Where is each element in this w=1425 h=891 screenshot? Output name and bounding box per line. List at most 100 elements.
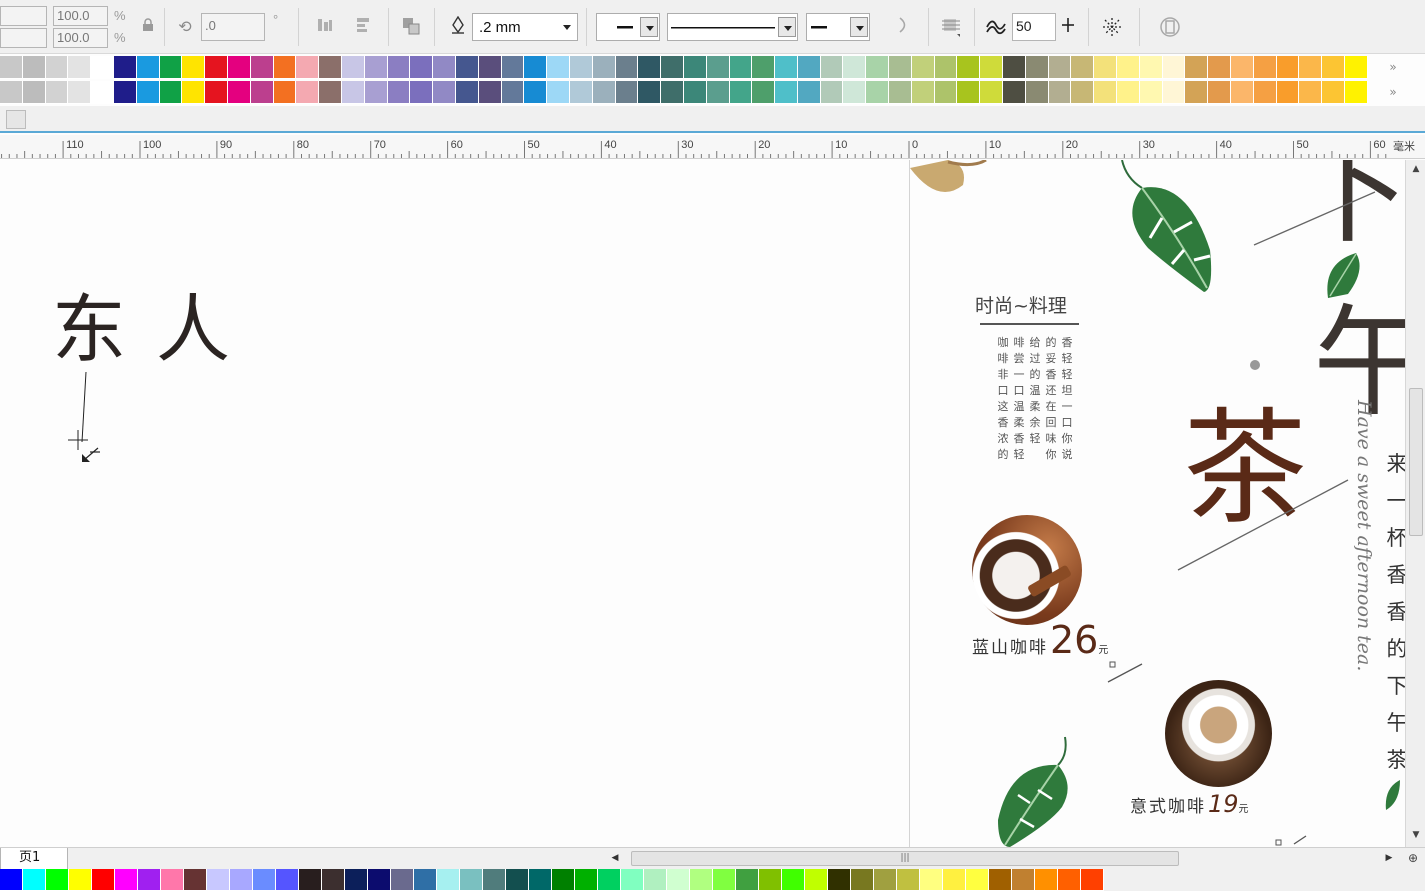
color-swatch[interactable] [1094, 56, 1118, 79]
color-swatch[interactable] [1035, 869, 1058, 891]
color-swatch[interactable] [182, 81, 206, 104]
color-swatch[interactable] [1071, 81, 1095, 104]
color-swatch[interactable] [0, 56, 23, 79]
horizontal-ruler[interactable]: 110 100 90 80 70 60 50 40 30 20 10 0 10 20 30 40 50 60 毫米 [0, 135, 1425, 159]
color-swatch[interactable] [364, 81, 388, 104]
close-curve-icon[interactable] [893, 16, 915, 38]
color-swatch[interactable] [851, 869, 874, 891]
color-swatch[interactable] [729, 81, 753, 104]
color-swatch[interactable] [592, 56, 616, 79]
add-node-icon[interactable] [1057, 16, 1079, 38]
color-swatch[interactable] [250, 56, 274, 79]
color-swatch[interactable] [934, 81, 958, 104]
color-swatch[interactable] [957, 81, 981, 104]
color-swatch[interactable] [706, 81, 730, 104]
color-swatch[interactable] [1117, 81, 1140, 104]
color-swatch[interactable] [843, 81, 867, 104]
color-swatch[interactable] [113, 81, 137, 104]
color-swatch[interactable] [161, 869, 184, 891]
color-swatch[interactable] [1117, 56, 1140, 79]
color-swatch[interactable] [1048, 81, 1072, 104]
color-swatch[interactable] [1322, 81, 1346, 104]
color-swatch[interactable] [920, 869, 943, 891]
afternoon-tea-script-text[interactable]: Have a sweet afternoon tea. [1353, 400, 1375, 730]
color-swatch[interactable] [368, 869, 391, 891]
nodes-icon[interactable] [1101, 16, 1123, 38]
palette-scroll-icon[interactable]: » [1379, 81, 1407, 103]
color-swatch[interactable] [966, 869, 989, 891]
color-swatch[interactable] [341, 56, 365, 79]
color-swatch[interactable] [115, 869, 138, 891]
color-swatch[interactable] [410, 56, 434, 79]
color-swatch[interactable] [598, 869, 621, 891]
color-swatch[interactable] [943, 869, 966, 891]
color-swatch[interactable] [387, 81, 411, 104]
color-swatch[interactable] [615, 81, 639, 104]
color-swatch[interactable] [437, 869, 460, 891]
color-swatch[interactable] [299, 869, 322, 891]
color-swatch[interactable] [1094, 81, 1118, 104]
color-swatch[interactable] [460, 869, 483, 891]
color-swatch[interactable] [638, 81, 662, 104]
color-swatch[interactable] [1048, 56, 1072, 79]
color-swatch[interactable] [1058, 869, 1081, 891]
color-swatch[interactable] [552, 869, 575, 891]
color-swatch[interactable] [45, 56, 69, 79]
color-swatch[interactable] [478, 56, 502, 79]
color-swatch[interactable] [253, 869, 276, 891]
rotation-field[interactable]: .0 [201, 13, 265, 41]
color-swatch[interactable] [1253, 56, 1277, 79]
scale-icon[interactable] [1159, 16, 1181, 38]
scroll-down-icon[interactable]: ▼ [1409, 828, 1423, 842]
horizontal-scroll-thumb[interactable]: ||| [631, 851, 1179, 866]
color-swatch[interactable] [319, 81, 342, 104]
color-swatch[interactable] [92, 869, 115, 891]
poem-text-block[interactable]: 咖啡非口这香浓的啡尝一口温柔香轻给过的温柔余轻的妥香还在回味你香轻轻坦一口你说 [995, 335, 1075, 463]
price-row-blue-mountain[interactable]: 蓝山咖啡26元 [972, 618, 1108, 662]
color-swatch[interactable] [575, 869, 598, 891]
color-swatch[interactable] [524, 81, 548, 104]
color-swatch[interactable] [414, 869, 437, 891]
color-swatch[interactable] [182, 56, 206, 79]
distribute-icon[interactable] [352, 16, 374, 38]
color-swatch[interactable] [410, 81, 434, 104]
scale-x-field[interactable]: 100.0 [53, 6, 108, 26]
scroll-left-icon[interactable]: ◀ [607, 850, 623, 867]
color-swatch[interactable] [1299, 56, 1323, 79]
color-swatch[interactable] [433, 56, 456, 79]
color-swatch[interactable] [775, 56, 798, 79]
color-swatch[interactable] [592, 81, 616, 104]
color-swatch[interactable] [843, 56, 867, 79]
color-swatch[interactable] [934, 56, 958, 79]
color-swatch[interactable] [547, 81, 570, 104]
color-swatch[interactable] [276, 869, 299, 891]
color-swatch[interactable] [569, 81, 593, 104]
color-swatch[interactable] [159, 81, 183, 104]
color-swatch[interactable] [782, 869, 805, 891]
color-swatch[interactable] [227, 56, 251, 79]
color-swatch[interactable] [752, 56, 776, 79]
color-swatch[interactable] [644, 869, 667, 891]
color-swatch[interactable] [296, 81, 320, 104]
color-swatch[interactable] [683, 56, 707, 79]
color-swatch[interactable] [1139, 56, 1163, 79]
color-swatch[interactable] [22, 81, 46, 104]
color-swatch[interactable] [455, 81, 479, 104]
color-swatch[interactable] [1003, 81, 1026, 104]
color-swatch[interactable] [759, 869, 782, 891]
price-row-espresso[interactable]: 意式咖啡19元 [1130, 790, 1249, 818]
color-swatch[interactable] [706, 56, 730, 79]
color-swatch[interactable] [866, 81, 890, 104]
color-swatch[interactable] [1208, 56, 1232, 79]
color-swatch[interactable] [433, 81, 456, 104]
color-swatch[interactable] [713, 869, 736, 891]
position-x-field[interactable] [0, 6, 47, 26]
line-style-select[interactable] [667, 13, 798, 41]
color-swatch[interactable] [250, 81, 274, 104]
color-swatch[interactable] [483, 869, 506, 891]
color-swatch[interactable] [683, 81, 707, 104]
vertical-scroll-thumb[interactable] [1409, 388, 1423, 536]
color-swatch[interactable] [529, 869, 552, 891]
color-swatch[interactable] [828, 869, 851, 891]
color-swatch[interactable] [391, 869, 414, 891]
